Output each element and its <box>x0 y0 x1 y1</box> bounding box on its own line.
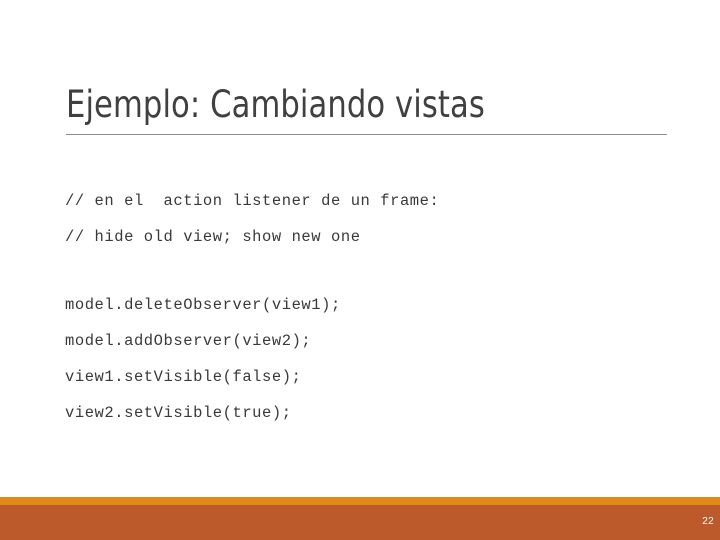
footer-bar: 22 <box>0 505 720 540</box>
code-line-comment-1: // en el action listener de un frame: <box>65 192 440 210</box>
code-line-stmt-3: view1.setVisible(false); <box>65 368 302 386</box>
code-line-stmt-2: model.addObserver(view2); <box>65 332 312 350</box>
code-line-blank-1 <box>65 255 685 287</box>
title-block: Ejemplo: Cambiando vistas <box>66 82 668 128</box>
footer-accent-bar <box>0 497 720 505</box>
page-title: Ejemplo: Cambiando vistas <box>66 83 485 126</box>
code-line-stmt-4: view2.setVisible(true); <box>65 404 292 422</box>
code-line-stmt-1: model.deleteObserver(view1); <box>65 296 341 314</box>
title-underline-rule <box>66 134 667 135</box>
code-line-comment-2: // hide old view; show new one <box>65 228 361 246</box>
code-block: // en el action listener de un frame: //… <box>65 183 685 431</box>
slide-canvas: Ejemplo: Cambiando vistas // en el actio… <box>0 0 720 540</box>
page-number: 22 <box>702 516 714 527</box>
